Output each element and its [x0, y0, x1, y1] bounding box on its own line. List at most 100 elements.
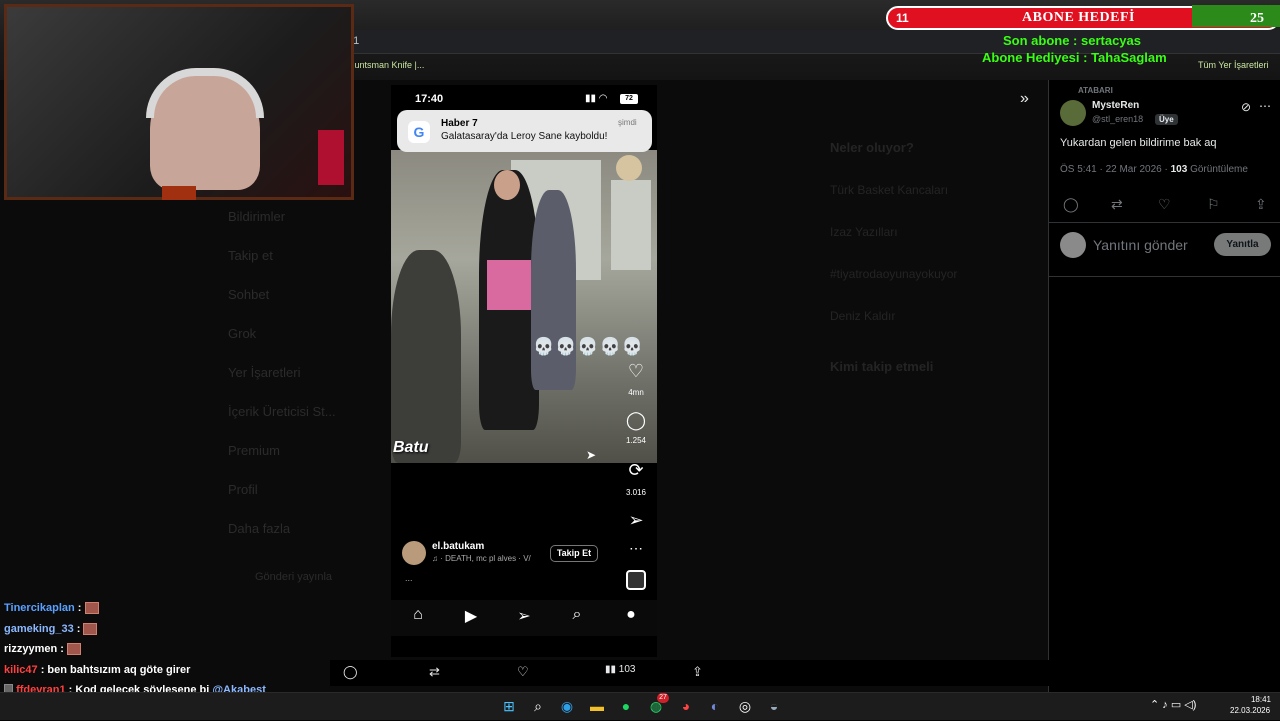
windows-start-icon[interactable]: ⊞	[499, 696, 519, 716]
chat-username: gameking_33	[4, 623, 74, 635]
tweet-author-avatar[interactable]	[1060, 100, 1086, 126]
sub-goal-target: 25	[1250, 11, 1264, 27]
ghost-menu-chat: Sohbet	[228, 287, 269, 302]
app-icon[interactable]: ◎	[735, 696, 755, 716]
reel-video[interactable]	[391, 150, 657, 463]
mouse-cursor-icon: ➤	[586, 448, 596, 462]
like-icon[interactable]: ♡	[1158, 196, 1171, 213]
file-explorer-icon[interactable]: ▬	[587, 696, 607, 716]
system-tray-icons[interactable]: ⌃ ♪ ▭ ◁)	[1150, 698, 1196, 711]
chat-message: Tinercikaplan :	[4, 598, 344, 619]
sub-goal-title: ABONE HEDEFİ	[1022, 10, 1135, 26]
person-head	[494, 170, 520, 200]
steam-icon[interactable]: ◒	[764, 696, 784, 716]
reply-icon[interactable]: ◯	[1063, 196, 1079, 213]
bookmark-icon[interactable]: ⚐	[1207, 196, 1220, 213]
bookmark-item[interactable]: Huntsman Knife |...	[348, 60, 424, 70]
emote-icon	[83, 623, 97, 635]
video-caption-overlay: Batu	[393, 439, 429, 457]
share-icon[interactable]: ⇪	[692, 664, 703, 680]
signal-wifi-icon: ▮▮ ◠	[585, 93, 608, 104]
shirt-print	[487, 260, 531, 310]
whatsapp-badge: 27	[657, 693, 669, 703]
ghost-trend: Deniz Kaldır	[830, 309, 1040, 323]
retweet-icon[interactable]: ⇄	[429, 664, 440, 680]
sub-goal-current: 11	[896, 11, 909, 25]
tweet-more-icon[interactable]: ⋯	[1259, 99, 1271, 113]
emote-icon	[85, 602, 99, 614]
send-icon[interactable]: ➢	[512, 606, 536, 626]
sub-goal-end	[1192, 5, 1280, 27]
chat-message: kilic47 : ben bahtsızım aq göte girer	[4, 660, 344, 681]
follow-button[interactable]: Takip Et	[550, 545, 598, 562]
sub-gift: Abone Hediyesi : TahaSaglam	[982, 50, 1167, 65]
chart-icon: ▮▮	[605, 664, 616, 675]
chat-message: gameking_33 :	[4, 619, 344, 640]
notification-time: şimdi	[618, 118, 637, 127]
reply-icon[interactable]: ◯	[343, 664, 358, 680]
divider	[1049, 222, 1280, 223]
search-icon[interactable]: ⌕	[528, 696, 548, 716]
tweet-meta: ÖS 5:41 · 22 Mar 2026 · 103 Görüntüleme	[1060, 164, 1248, 175]
ghost-menu-bookmarks: Yer İşaretleri	[228, 365, 301, 380]
ghost-menu-profile: Profil	[228, 482, 258, 497]
author-avatar[interactable]	[402, 541, 426, 565]
sticker	[616, 155, 642, 181]
caption-text: ...	[405, 573, 413, 583]
taskbar	[0, 692, 1280, 720]
ghost-trend-heading: Neler oluyor?	[830, 140, 1040, 155]
skull-emojis: 💀💀💀💀💀	[533, 337, 644, 357]
chair-accent	[318, 130, 344, 185]
spotify-icon[interactable]: ●	[616, 696, 636, 716]
more-options-icon[interactable]: ⋯	[629, 540, 643, 557]
profile-avatar-icon[interactable]: ●	[619, 606, 643, 624]
discord-icon[interactable]: ◐	[705, 696, 725, 716]
author-name[interactable]: el.batukam	[432, 541, 484, 552]
like-icon[interactable]: ♡	[517, 664, 529, 680]
tweet-views-label: Görüntüleme	[1187, 164, 1248, 175]
reels-icon[interactable]: ▶	[459, 606, 483, 626]
chat-message: rizzyymen :	[4, 639, 344, 660]
chat-username: kilic47	[4, 664, 38, 676]
ghost-trend: Türk Basket Kancaları	[830, 183, 1040, 197]
home-icon[interactable]: ⌂	[406, 606, 430, 624]
share-send-icon[interactable]: ➢	[624, 510, 648, 531]
ghost-trend: Izaz Yazılları	[830, 225, 1040, 239]
clock-time: 18:41	[1247, 695, 1271, 704]
tweet-author-handle[interactable]: @stl_eren18	[1092, 114, 1143, 124]
member-badge: Üye	[1155, 114, 1178, 125]
reply-input[interactable]: Yanıtını gönder	[1093, 237, 1188, 253]
all-bookmarks-link[interactable]: Tüm Yer İşaretleri	[1198, 60, 1269, 70]
repost-icon[interactable]: ⟳	[624, 460, 648, 481]
ghost-menu-grok: Grok	[228, 326, 256, 341]
like-heart-icon[interactable]: ♡	[624, 361, 648, 382]
author-music[interactable]: ♫ · DEATH, mc pl alves · V/	[432, 554, 531, 563]
ghost-menu-follow: Takip et	[228, 248, 273, 263]
emote-icon	[67, 643, 81, 655]
share-icon[interactable]: ⇪	[1255, 196, 1267, 213]
reply-button[interactable]: Yanıtla	[1214, 233, 1271, 256]
collapse-panel-icon[interactable]: »	[1020, 90, 1029, 108]
search-icon[interactable]: ⌕	[565, 606, 589, 624]
chrome-icon[interactable]: ◕	[676, 696, 696, 716]
comment-icon[interactable]: ◯	[624, 410, 648, 431]
views-stat[interactable]: ▮▮ 103	[605, 664, 635, 675]
notification-app: Haber 7	[441, 118, 478, 129]
ghost-who-to-follow: Kimi takip etmeli	[830, 359, 1040, 374]
pinned-label: ATABARI	[1078, 86, 1113, 95]
notification-text: Galatasaray'da Leroy Sane kayboldu!	[441, 131, 607, 142]
music-thumbnail[interactable]	[626, 570, 646, 590]
current-user-avatar	[1060, 232, 1086, 258]
chat-username: Tinercikaplan	[4, 602, 75, 614]
retweet-icon[interactable]: ⇄	[1111, 196, 1123, 213]
like-count: 4mn	[618, 388, 654, 397]
tweet-author-name[interactable]: MysteRen	[1092, 100, 1139, 111]
edge-icon[interactable]: ◉	[557, 696, 577, 716]
battery-icon: 72	[620, 94, 638, 104]
person-figure	[391, 250, 461, 463]
views-count: 103	[619, 664, 636, 675]
grok-icon[interactable]: ⊘	[1241, 100, 1251, 114]
ghost-menu-premium: Premium	[228, 443, 280, 458]
comment-count: 1.254	[618, 436, 654, 445]
ghost-menu-notifications: Bildirimler	[228, 209, 285, 224]
